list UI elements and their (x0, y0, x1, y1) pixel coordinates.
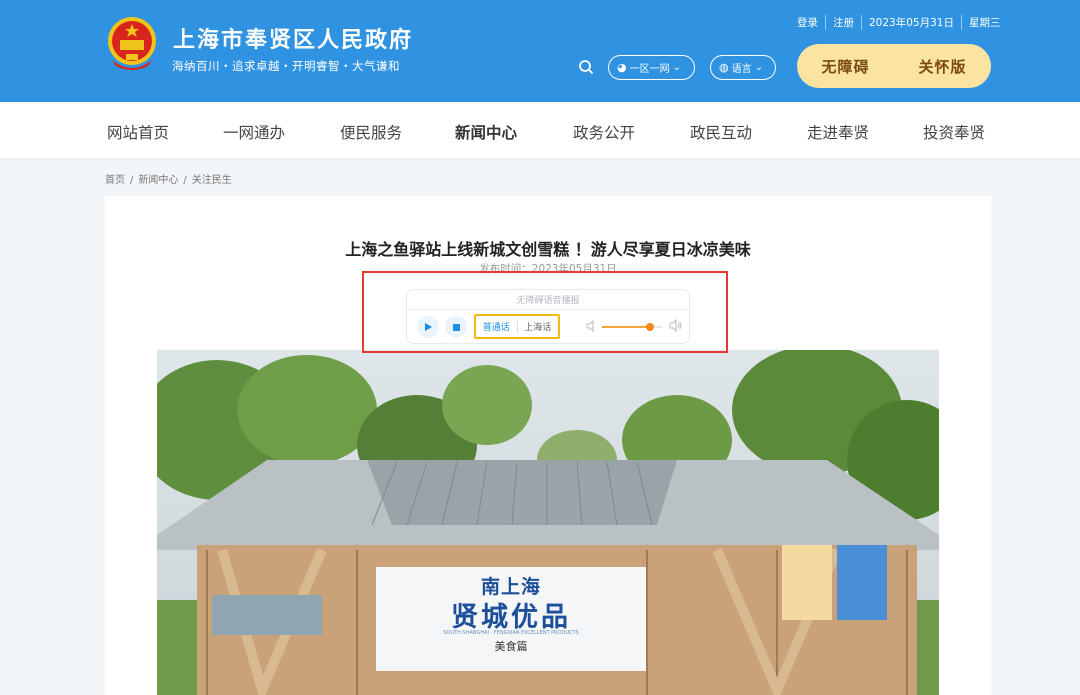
language-dropdown-label: 语言 (731, 64, 752, 75)
breadcrumb-home[interactable]: 首页 (105, 175, 125, 186)
nav-item-interaction[interactable]: 政民互动 (690, 121, 752, 143)
nav-item-online-services[interactable]: 一网通办 (223, 121, 285, 143)
top-links: 登录 注册 2023年05月31日 星期三 (790, 15, 1007, 30)
national-emblem-icon (108, 17, 156, 70)
shop-sign: 南上海 贤城优品 SOUTH SHANGHAI · FENGXIAN EXCEL… (376, 567, 646, 671)
nav-item-government-affairs[interactable]: 政务公开 (573, 121, 635, 143)
current-weekday: 星期三 (960, 15, 1008, 30)
site-title[interactable]: 上海市奉贤区人民政府 (173, 22, 413, 54)
globe-icon: ◍ (719, 61, 729, 74)
sign-line3: SOUTH SHANGHAI · FENGXIAN EXCELLENT PROD… (443, 630, 579, 636)
nav-item-about-fengxian[interactable]: 走进奉贤 (807, 121, 869, 143)
current-date: 2023年05月31日 (861, 15, 961, 30)
breadcrumb-livelihood[interactable]: 关注民生 (192, 175, 232, 186)
portal-dropdown-label: 一区一网 (629, 64, 670, 75)
portal-icon: ◕ (617, 61, 627, 74)
elderly-mode-button[interactable]: 关怀版 (894, 56, 991, 77)
main-nav: 网站首页 一网通办 便民服务 新闻中心 政务公开 政民互动 走进奉贤 投资奉贤 (0, 102, 1080, 158)
chevron-down-icon: ⌄ (754, 62, 763, 73)
nav-item-public-services[interactable]: 便民服务 (340, 121, 402, 143)
annotation-highlight-box (362, 271, 728, 353)
breadcrumb: 首页 / 新闻中心 / 关注民生 (105, 175, 232, 186)
site-header: 上海市奉贤区人民政府 海纳百川・追求卓越・开明睿智・大气谦和 登录 注册 202… (0, 0, 1080, 102)
accessibility-button[interactable]: 无障碍 (797, 56, 894, 77)
article-title: 上海之鱼驿站上线新城文创雪糕 ！游人尽享夏日冰凉美味 (345, 240, 751, 259)
portal-dropdown[interactable]: ◕ 一区一网 ⌄ (608, 55, 695, 80)
site-slogan: 海纳百川・追求卓越・开明睿智・大气谦和 (172, 59, 400, 73)
sign-line4: 美食篇 (494, 640, 528, 653)
nav-item-home[interactable]: 网站首页 (107, 121, 169, 143)
sign-line2: 贤城优品 (451, 602, 571, 633)
chevron-down-icon: ⌄ (672, 62, 681, 73)
accessibility-group: 无障碍 关怀版 (797, 44, 991, 88)
register-link[interactable]: 注册 (825, 15, 861, 30)
nav-item-news-center[interactable]: 新闻中心 (455, 121, 517, 143)
language-dropdown[interactable]: ◍ 语言 ⌄ (710, 55, 776, 80)
breadcrumb-news-center[interactable]: 新闻中心 (138, 175, 178, 186)
nav-item-invest-fengxian[interactable]: 投资奉贤 (923, 121, 985, 143)
search-icon[interactable] (578, 59, 594, 75)
login-link[interactable]: 登录 (790, 15, 825, 30)
